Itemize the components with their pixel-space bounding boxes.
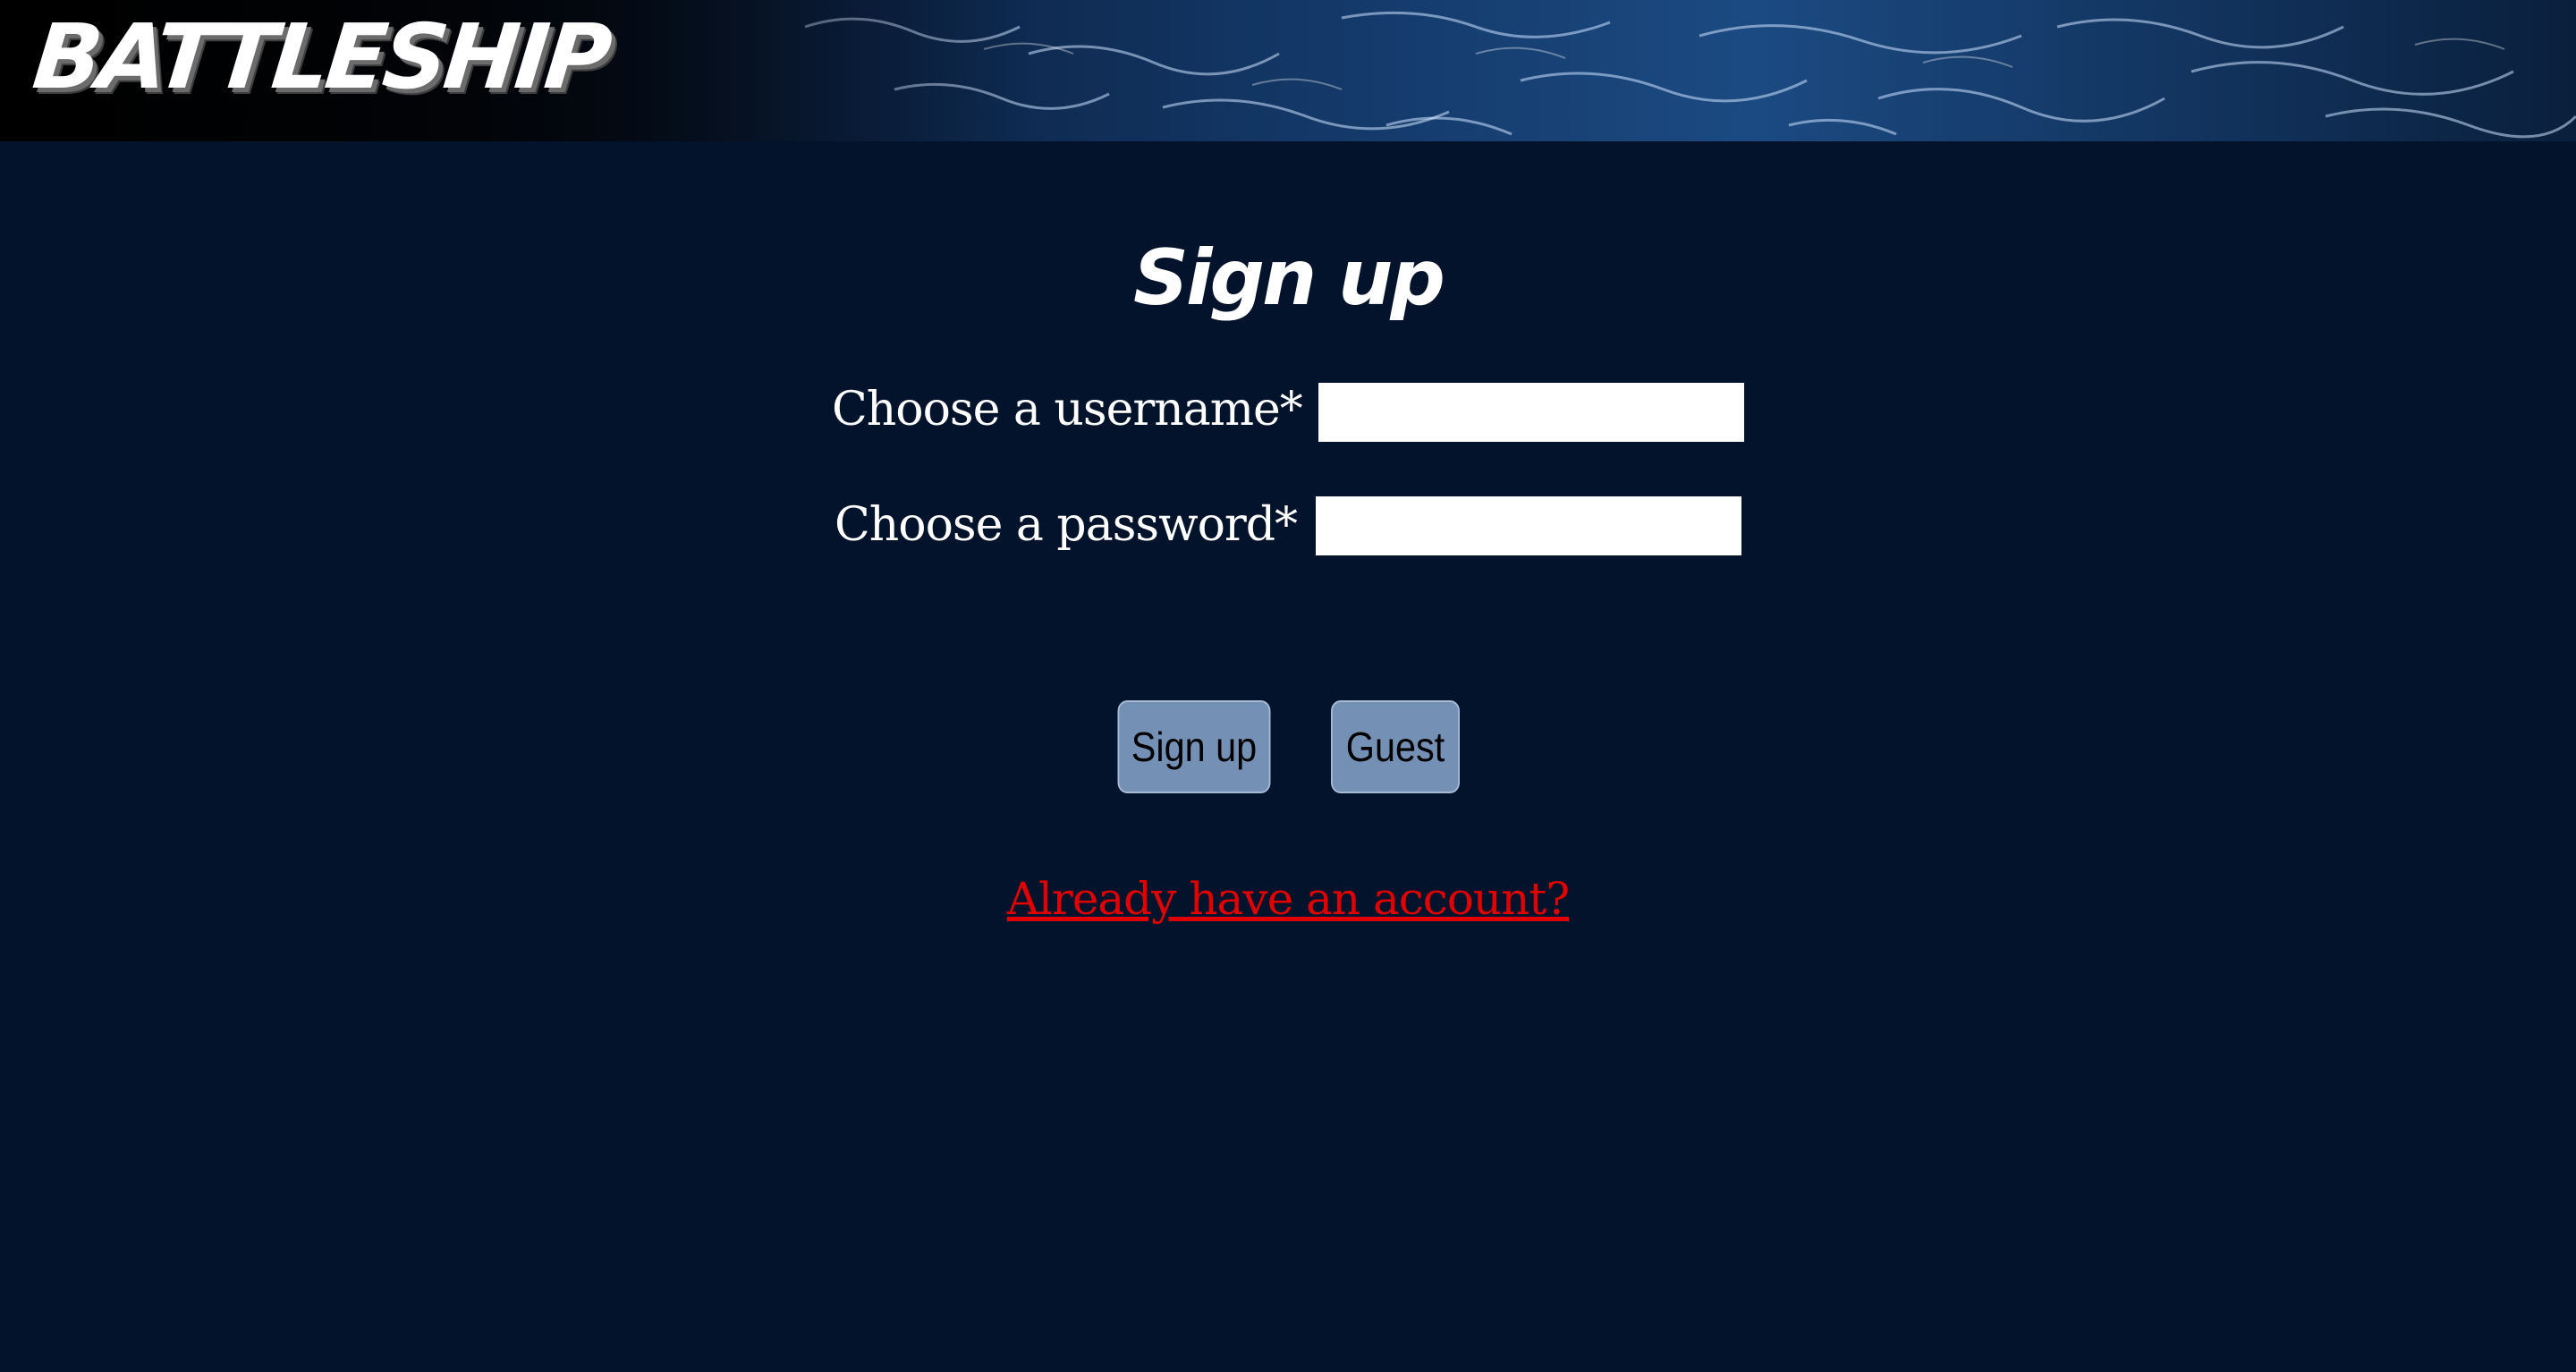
password-input[interactable]	[1316, 496, 1741, 555]
page-title: Sign up	[1133, 233, 1445, 323]
signup-page: Sign up Choose a username* Choose a pass…	[0, 141, 2576, 1372]
guest-button[interactable]: Guest	[1331, 700, 1460, 793]
username-label: Choose a username*	[832, 383, 1303, 436]
battleship-logo[interactable]: BATTLESHIP	[29, 4, 613, 109]
sign-up-button[interactable]: Sign up	[1117, 700, 1271, 793]
header-banner: BATTLESHIP	[0, 0, 2576, 141]
already-have-account-link[interactable]: Already have an account?	[0, 877, 2576, 921]
password-label: Choose a password*	[835, 498, 1298, 552]
username-input[interactable]	[1318, 383, 1744, 442]
